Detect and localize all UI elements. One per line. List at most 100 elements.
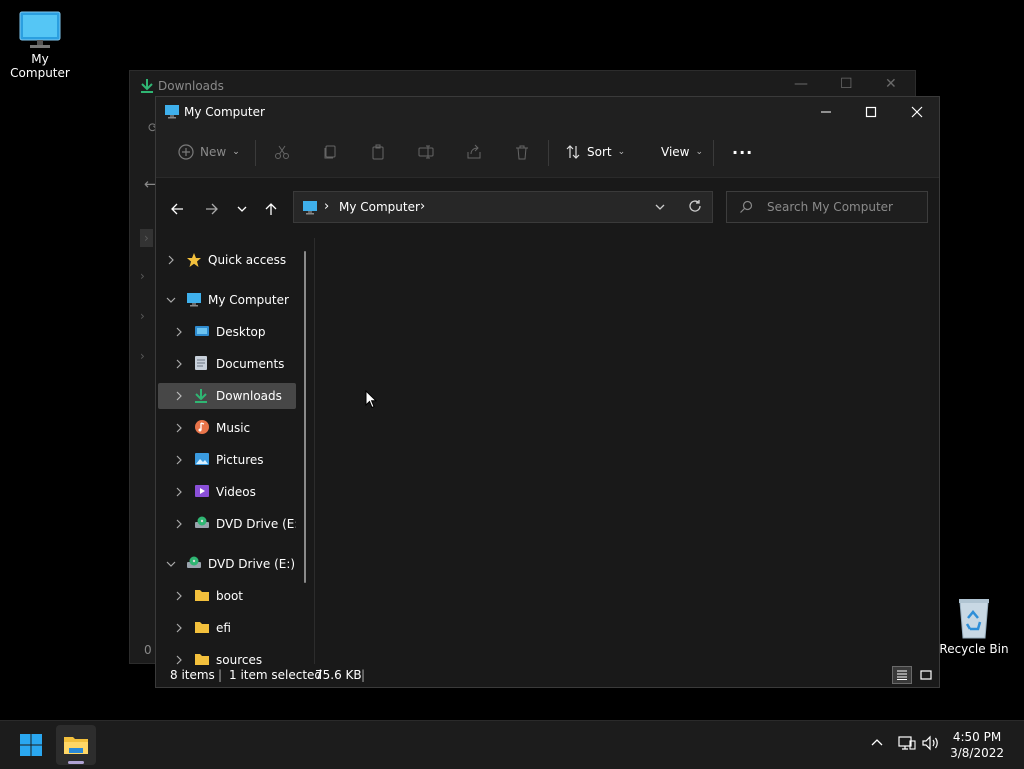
- tree-item-sources[interactable]: sources: [158, 647, 296, 667]
- sort-icon: [565, 144, 581, 160]
- tree-item-my-computer[interactable]: My Computer: [158, 287, 296, 313]
- file-list-area[interactable]: [316, 238, 939, 664]
- pane-divider[interactable]: [314, 238, 315, 664]
- tree-item-efi[interactable]: efi: [158, 615, 296, 641]
- up-button[interactable]: [260, 198, 282, 220]
- address-bar[interactable]: › My Computer ›: [293, 191, 713, 223]
- title-bar[interactable]: My Computer: [156, 97, 939, 127]
- chevron-down-icon: ⌄: [232, 147, 240, 157]
- download-icon: [140, 78, 154, 94]
- cut-button[interactable]: [274, 127, 290, 177]
- chevron-right-icon[interactable]: ›: [324, 199, 329, 214]
- forward-button[interactable]: [201, 198, 223, 220]
- volume-button[interactable]: [922, 735, 940, 751]
- tree-item-dvd-drive-root[interactable]: DVD Drive (E:) IRS: [158, 551, 296, 577]
- chevron-right-icon[interactable]: [172, 589, 186, 603]
- network-icon: [898, 736, 916, 750]
- new-button[interactable]: New ⌄: [178, 127, 240, 177]
- star-icon: [186, 252, 202, 268]
- taskbar-file-explorer-button[interactable]: [56, 725, 96, 765]
- chevron-right-icon[interactable]: ›: [420, 199, 425, 214]
- file-explorer-icon: [64, 737, 88, 754]
- start-button[interactable]: [14, 729, 48, 761]
- tree-item-desktop[interactable]: Desktop: [158, 319, 296, 345]
- chevron-right-icon[interactable]: ›: [140, 229, 153, 247]
- refresh-button[interactable]: [688, 199, 702, 213]
- chevron-right-icon[interactable]: ›: [140, 269, 145, 283]
- minimize-button[interactable]: [803, 97, 849, 127]
- sort-label: Sort: [587, 145, 612, 159]
- details-view-icon: [897, 670, 907, 680]
- back-button[interactable]: [166, 198, 188, 220]
- maximize-button[interactable]: [848, 97, 894, 127]
- tree-item-documents[interactable]: Documents: [158, 351, 296, 377]
- mouse-cursor-icon: [365, 390, 377, 409]
- recent-locations-button[interactable]: [231, 198, 253, 220]
- tree-item-label: Downloads: [216, 389, 282, 403]
- desktop-folder-icon: [194, 324, 210, 340]
- search-box[interactable]: Search My Computer: [726, 191, 928, 223]
- chevron-down-icon[interactable]: [164, 293, 178, 307]
- chevron-right-icon[interactable]: [172, 485, 186, 499]
- maximize-button[interactable]: ☐: [840, 76, 853, 92]
- details-view-button[interactable]: [892, 666, 912, 684]
- rename-button[interactable]: [418, 127, 434, 177]
- volume-icon: [922, 735, 938, 751]
- chevron-right-icon[interactable]: [172, 517, 186, 531]
- chevron-right-icon[interactable]: [164, 253, 178, 267]
- file-explorer-window[interactable]: My Computer New ⌄ Sort ⌄ View ⌄ ··· › My…: [155, 96, 940, 688]
- tree-item-boot[interactable]: boot: [158, 583, 296, 609]
- scissors-icon: [274, 144, 290, 160]
- sort-button[interactable]: Sort ⌄: [565, 127, 625, 177]
- tree-item-quick-access[interactable]: Quick access: [158, 247, 296, 273]
- chevron-right-icon[interactable]: [172, 453, 186, 467]
- tree-item-music[interactable]: Music: [158, 415, 296, 441]
- chevron-right-icon[interactable]: [172, 421, 186, 435]
- search-input[interactable]: Search My Computer: [767, 200, 893, 214]
- paste-icon: [370, 144, 386, 160]
- minimize-button[interactable]: —: [794, 76, 808, 92]
- clock-date: 3/8/2022: [950, 746, 1004, 760]
- computer-icon: [164, 104, 180, 119]
- tree-item-pictures[interactable]: Pictures: [158, 447, 296, 473]
- music-icon: [194, 419, 210, 435]
- view-button[interactable]: View ⌄: [655, 127, 703, 177]
- tree-item-videos[interactable]: Videos: [158, 479, 296, 505]
- tiles-view-button[interactable]: [916, 666, 936, 684]
- window-title: My Computer: [184, 105, 265, 119]
- dvd-drive-icon: [186, 555, 202, 571]
- folder-icon: [194, 620, 210, 636]
- copy-button[interactable]: [322, 127, 338, 177]
- show-hidden-icons-button[interactable]: [870, 736, 884, 750]
- close-button[interactable]: [894, 97, 940, 127]
- chevron-right-icon[interactable]: [172, 325, 186, 339]
- desktop-icon-label: My Computer: [10, 52, 70, 80]
- active-indicator: [68, 761, 84, 764]
- chevron-down-icon[interactable]: [164, 557, 178, 571]
- navigation-pane[interactable]: Quick access My Computer Desktop Documen…: [156, 243, 308, 667]
- network-button[interactable]: [898, 735, 916, 751]
- address-dropdown-button[interactable]: [654, 201, 666, 213]
- tree-item-downloads[interactable]: Downloads: [158, 383, 296, 409]
- chevron-right-icon[interactable]: ›: [140, 349, 145, 363]
- chevron-right-icon[interactable]: [172, 389, 186, 403]
- paste-button[interactable]: [370, 127, 386, 177]
- more-options-button[interactable]: ···: [732, 127, 753, 177]
- command-bar: New ⌄ Sort ⌄ View ⌄ ···: [156, 127, 939, 178]
- documents-icon: [194, 355, 210, 371]
- desktop-icon-recycle-bin[interactable]: Recycle Bin: [934, 596, 1014, 656]
- desktop-icon-my-computer[interactable]: My Computer: [0, 10, 80, 80]
- close-button[interactable]: ✕: [885, 76, 897, 92]
- tree-item-label: boot: [216, 589, 244, 603]
- tree-item-dvd-drive[interactable]: DVD Drive (E:) I: [158, 511, 296, 537]
- chevron-right-icon[interactable]: ›: [140, 309, 145, 323]
- windows-logo-icon: [20, 734, 42, 756]
- navigation-scrollbar[interactable]: [304, 251, 306, 583]
- breadcrumb-my-computer[interactable]: My Computer: [339, 200, 420, 214]
- delete-button[interactable]: [514, 127, 530, 177]
- share-button[interactable]: [466, 127, 482, 177]
- clock[interactable]: 4:50 PM 3/8/2022: [950, 729, 1004, 761]
- tree-item-label: DVD Drive (E:) I: [216, 517, 296, 531]
- chevron-right-icon[interactable]: [172, 357, 186, 371]
- chevron-right-icon[interactable]: [172, 621, 186, 635]
